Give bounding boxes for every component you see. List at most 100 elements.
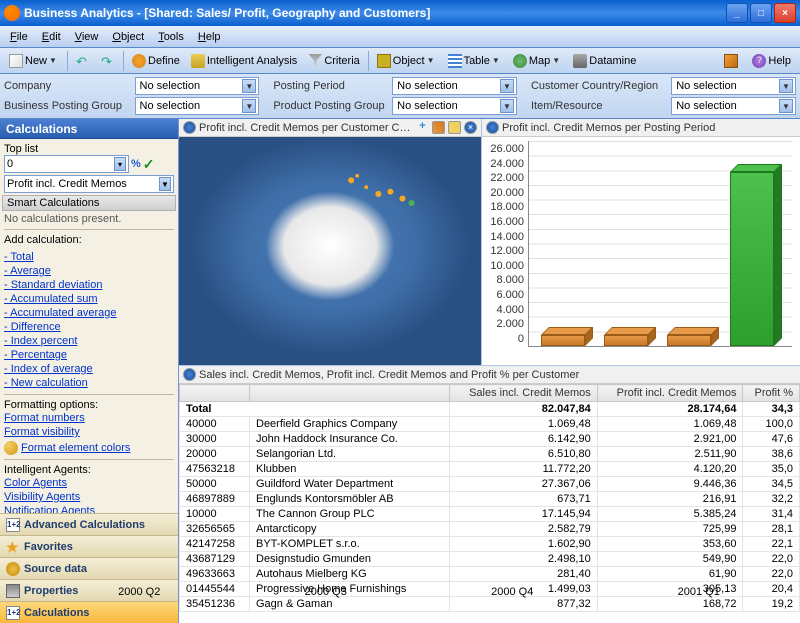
acc-advanced[interactable]: 1+2Advanced Calculations [0,513,178,535]
calc-link-9[interactable]: - New calculation [4,376,174,390]
acc-favorites[interactable]: ★Favorites [0,535,178,557]
table-row[interactable]: 42147258BYT-KOMPLET s.r.o.1.602,90353,60… [180,537,800,552]
world-map[interactable] [179,137,481,365]
col-sales[interactable]: Sales incl. Credit Memos [450,385,598,402]
agent-link-2[interactable]: Notification Agents [4,504,174,513]
filter-customer-country[interactable]: No selection▼ [671,77,796,95]
bar-2000 Q2[interactable] [541,335,591,346]
redo-button[interactable]: ↷ [96,50,120,72]
format-colors-link[interactable]: Format element colors [21,441,130,455]
close-button[interactable]: × [774,3,796,23]
filter-item-resource[interactable]: No selection▼ [671,97,796,115]
table-row[interactable]: 47563218Klubben11.772,204.120,2035,0 [180,462,800,477]
filter-label-company: Company [4,80,131,92]
calc-link-0[interactable]: - Total [4,250,174,264]
window-title: Business Analytics - [Shared: Sales/ Pro… [24,6,726,20]
filter-posting-period[interactable]: No selection▼ [392,77,517,95]
menu-bar: File Edit View Object Tools Help [0,26,800,48]
menu-edit[interactable]: Edit [36,29,67,45]
col-profit[interactable]: Profit incl. Credit Memos [597,385,743,402]
toolbar: New▼ ↶ ↷ Define Intelligent Analysis Cri… [0,48,800,74]
add-icon[interactable]: + [416,121,429,134]
filter-company[interactable]: No selection▼ [135,77,260,95]
calc-link-1[interactable]: - Average [4,264,174,278]
percent-toggle[interactable]: % [131,158,141,170]
fmt-label: Formatting options: [4,399,174,411]
acc-source-data[interactable]: Source data [0,557,178,579]
check-toggle[interactable]: ✓ [143,156,155,173]
agent-link-1[interactable]: Visibility Agents [4,490,174,504]
new-button[interactable]: New▼ [4,50,64,72]
calc-link-7[interactable]: - Percentage [4,348,174,362]
acc-calculations[interactable]: 1+2Calculations [0,601,178,623]
help-button[interactable]: ?Help [747,50,796,72]
chart-tool-icon[interactable] [432,121,445,134]
table-row[interactable]: 20000Selangorian Ltd.6.510,802.511,9038,… [180,447,800,462]
lock-icon[interactable] [448,121,461,134]
chart-panel: Profit incl. Credit Memos per Posting Pe… [482,119,800,365]
table-row[interactable]: 32656565Antarcticopy2.582,79725,9928,1 [180,522,800,537]
bar-2000 Q4[interactable] [667,335,717,346]
map-panel: Profit incl. Credit Memos per Customer C… [179,119,482,365]
calc-link-8[interactable]: - Index of average [4,362,174,376]
map-button[interactable]: Map▼ [508,50,567,72]
minimize-button[interactable]: _ [726,3,748,23]
star-icon: ★ [6,540,20,554]
fmt-link-1[interactable]: Format visibility [4,425,174,439]
bar-2000 Q3[interactable] [604,335,654,346]
fmt-link-0[interactable]: Format numbers [4,411,174,425]
top-list-label: Top list [4,143,174,155]
agents-label: Intelligent Agents: [4,464,174,476]
agent-link-0[interactable]: Color Agents [4,476,174,490]
col-name[interactable] [250,385,450,402]
table-row[interactable]: 10000The Cannon Group PLC17.145,945.385,… [180,507,800,522]
table-row[interactable]: 50000Guildford Water Department27.367,06… [180,477,800,492]
table-row[interactable]: 43687129Designstudio Gmunden2.498,10549,… [180,552,800,567]
calc-link-6[interactable]: - Index percent [4,334,174,348]
no-calc-label: No calculations present. [4,213,174,225]
filter-ppg[interactable]: No selection▼ [392,97,517,115]
menu-object[interactable]: Object [106,29,150,45]
object-button[interactable]: Object▼ [372,50,442,72]
bar-chart[interactable]: 26.00024.00022.00020.00018.00016.00014.0… [482,137,800,365]
close-pane-icon[interactable]: × [464,121,477,134]
calc-link-4[interactable]: - Accumulated average [4,306,174,320]
table-row[interactable]: 46897889Englunds Kontorsmöbler AB673,712… [180,492,800,507]
globe-icon [513,54,527,68]
top-list-input[interactable]: 0▾ [4,155,129,173]
calc-link-3[interactable]: - Accumulated sum [4,292,174,306]
palette-icon [4,441,18,455]
datamine-button[interactable]: Datamine [568,50,641,72]
menu-tools[interactable]: Tools [152,29,190,45]
table-row[interactable]: 40000Deerfield Graphics Company1.069,481… [180,417,800,432]
lightbulb-icon [191,54,205,68]
menu-file[interactable]: File [4,29,34,45]
table-total-row[interactable]: Total82.047,8428.174,6434,3 [180,402,800,417]
menu-view[interactable]: View [69,29,105,45]
calc-link-5[interactable]: - Difference [4,320,174,334]
add-calc-label: Add calculation: [4,234,174,246]
col-id[interactable] [180,385,250,402]
filter-label-item-resource: Item/Resource [531,100,667,112]
undo-button[interactable]: ↶ [71,50,95,72]
criteria-button[interactable]: Criteria [303,50,364,72]
redo-icon: ↷ [101,54,115,68]
table-row[interactable]: 49633663Autohaus Mielberg KG281,4061,902… [180,567,800,582]
app-icon [4,5,20,21]
table-row[interactable]: 30000John Haddock Insurance Co.6.142,902… [180,432,800,447]
measure-select[interactable]: Profit incl. Credit Memos▼ [4,175,174,193]
col-pct[interactable]: Profit % [743,385,800,402]
maximize-button[interactable]: □ [750,3,772,23]
table-row[interactable]: 35451236Gagn & Gaman877,32168,7219,2 [180,597,800,612]
data-table[interactable]: Sales incl. Credit Memos Profit incl. Cr… [179,384,800,612]
props-icon [6,584,20,598]
calc-link-2[interactable]: - Standard deviation [4,278,174,292]
table-button[interactable]: Table▼ [443,50,507,72]
define-button[interactable]: Define [127,50,185,72]
title-bar: Business Analytics - [Shared: Sales/ Pro… [0,0,800,26]
intelligent-analysis-button[interactable]: Intelligent Analysis [186,50,303,72]
filter-label-customer-country: Customer Country/Region [531,80,667,92]
menu-help[interactable]: Help [192,29,227,45]
bar-2001 Q1[interactable] [730,172,780,346]
filter-bpg[interactable]: No selection▼ [135,97,260,115]
